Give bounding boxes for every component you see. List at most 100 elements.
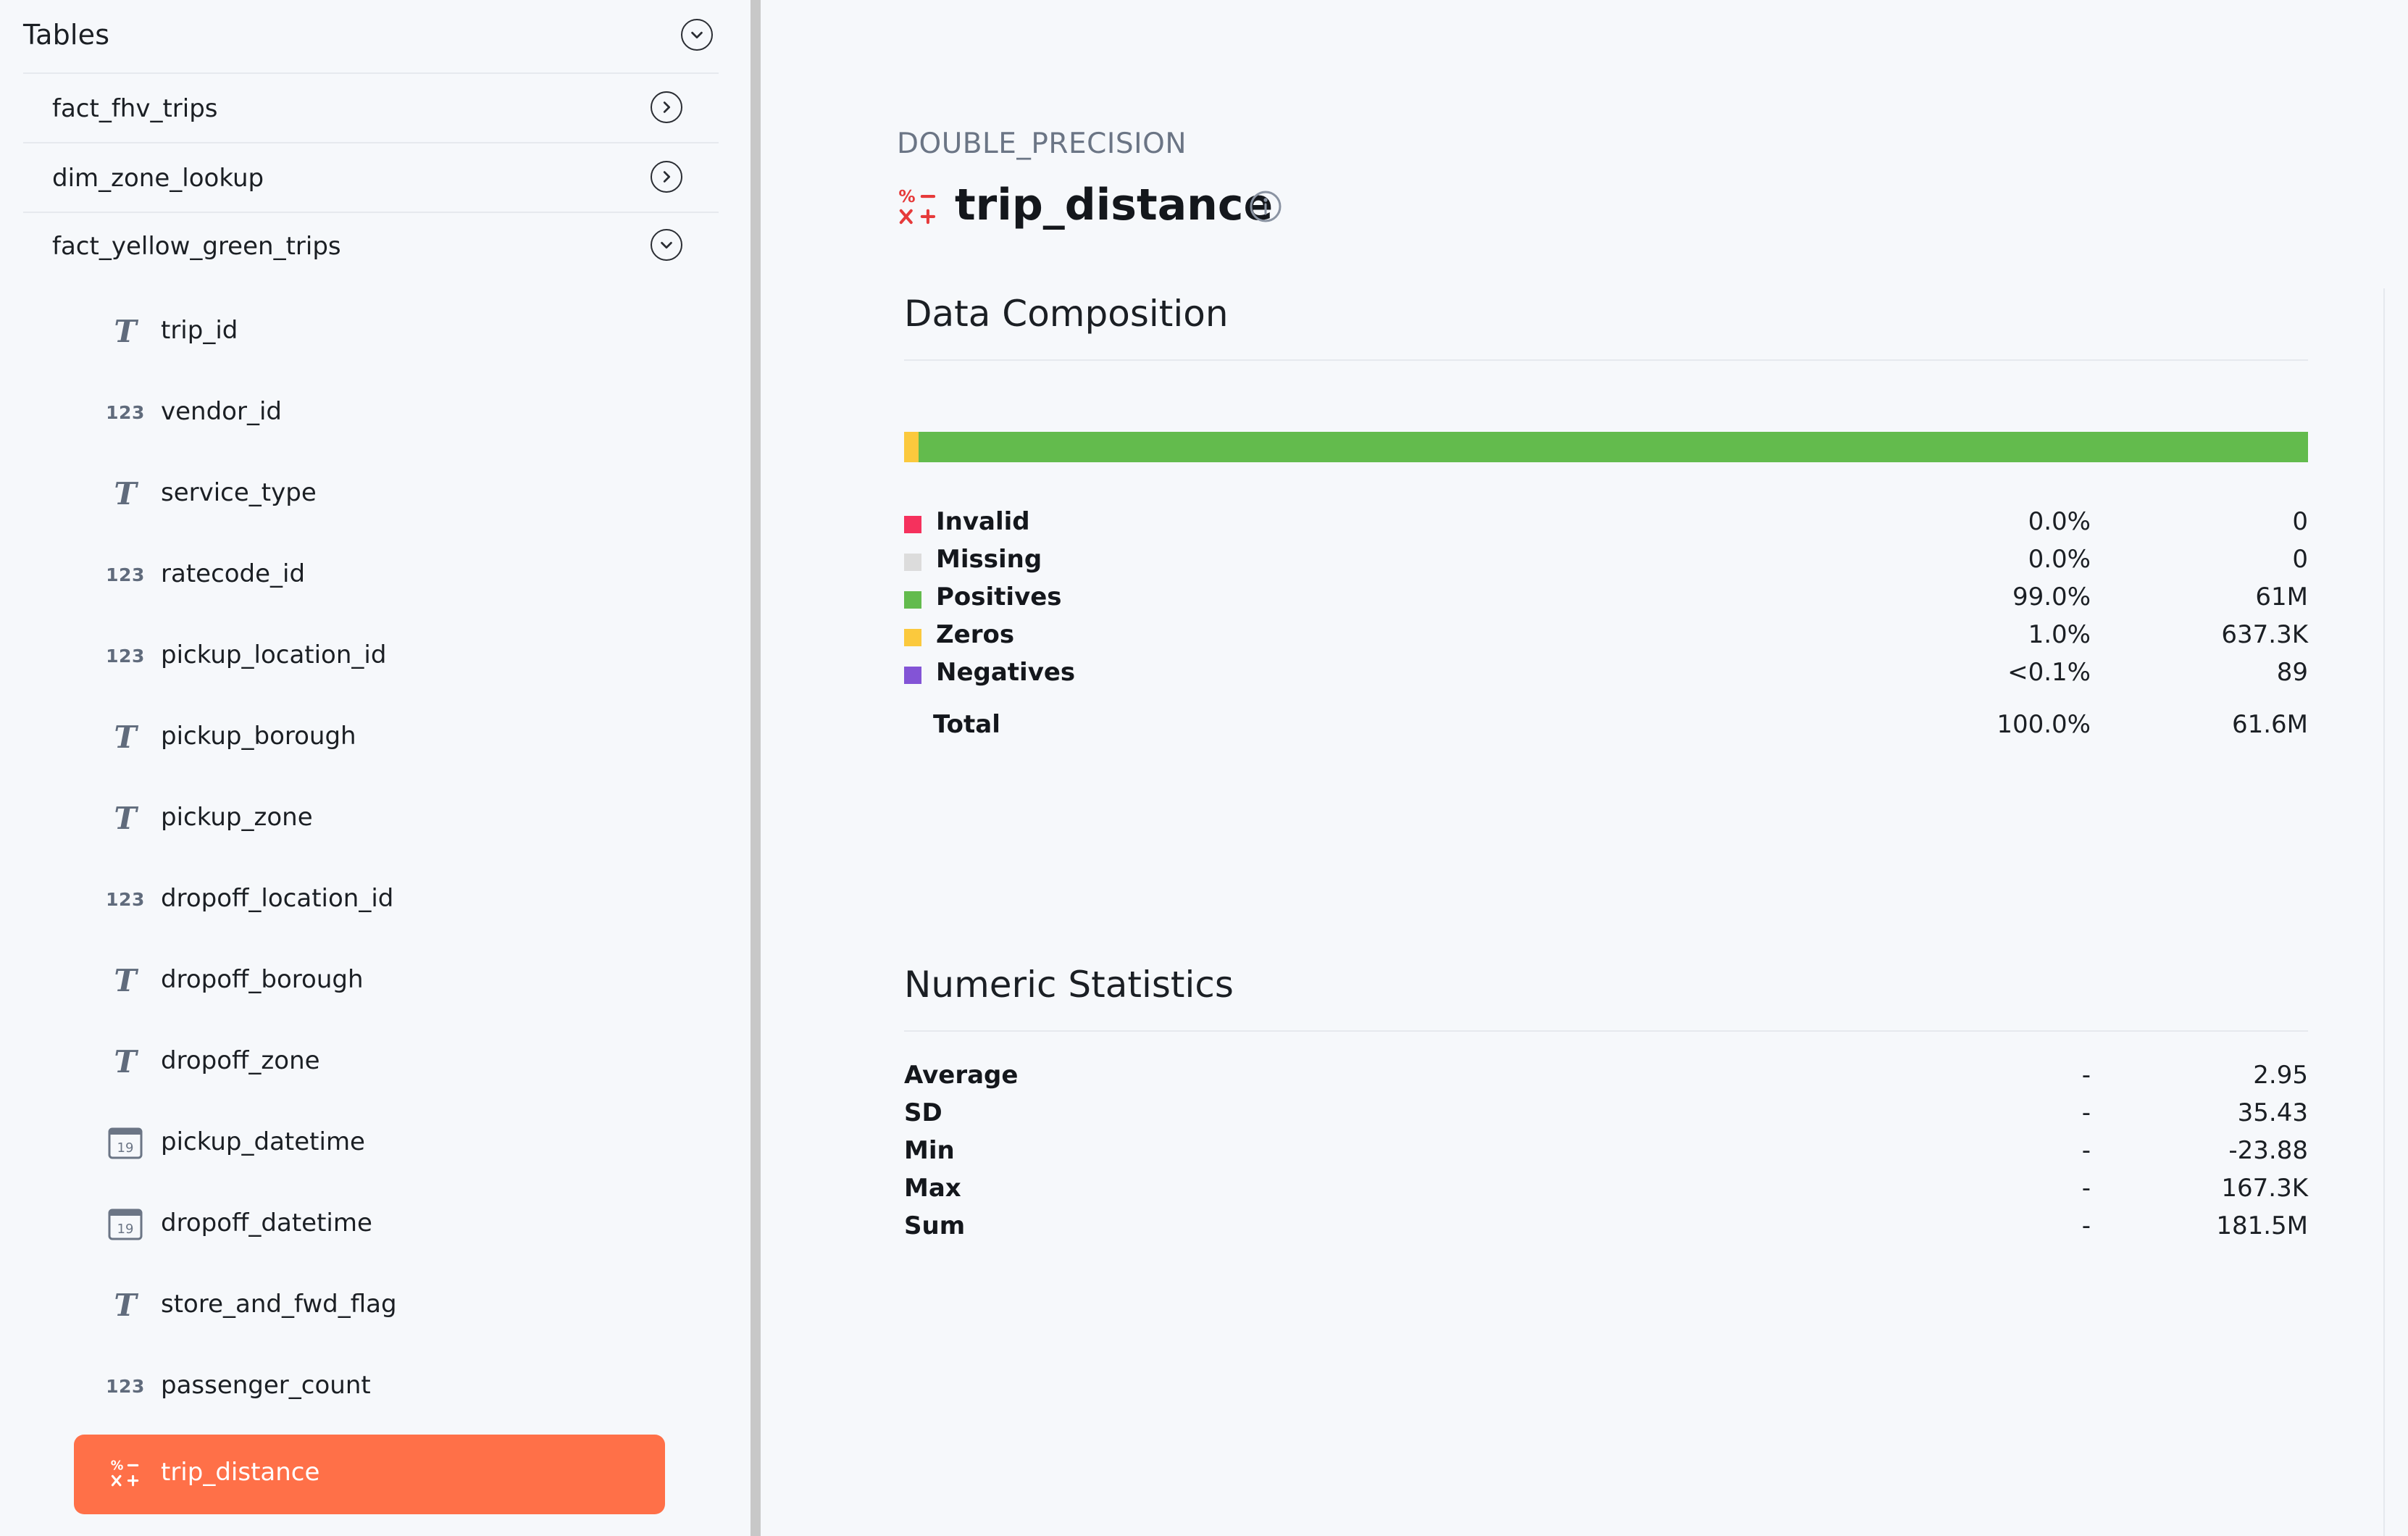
- calendar-type-icon: 19: [107, 1206, 143, 1242]
- column-item-trip-id[interactable]: T trip_id: [74, 293, 665, 372]
- svg-text:19: 19: [117, 1222, 134, 1237]
- table-item-dim-zone-lookup[interactable]: dim_zone_lookup: [23, 143, 719, 213]
- numeric-row-sum: Sum - 181.5M: [904, 1211, 2308, 1249]
- row-percent: -: [2081, 1211, 2091, 1240]
- column-item-dropoff-location-id[interactable]: 123 dropoff_location_id: [74, 861, 665, 940]
- column-item-store-and-fwd-flag[interactable]: T store_and_fwd_flag: [74, 1266, 665, 1346]
- composition-bar-segment-positives: [918, 432, 2308, 462]
- sidebar-header: Tables: [23, 0, 719, 74]
- composition-bar-segment-zeros: [904, 432, 919, 462]
- numeric-type-icon: %: [107, 1455, 143, 1491]
- expand-table-button[interactable]: [651, 91, 682, 123]
- row-value: 167.3K: [2221, 1174, 2308, 1203]
- row-percent: 99.0%: [2012, 583, 2091, 612]
- composition-bar: [904, 432, 2308, 462]
- composition-row-negatives: Negatives <0.1% 89: [904, 658, 2308, 696]
- composition-row-zeros: Zeros 1.0% 637.3K: [904, 620, 2308, 658]
- text-type-icon: T: [114, 1287, 137, 1323]
- row-label: Positives: [936, 583, 1062, 612]
- column-item-pickup-datetime[interactable]: 19 pickup_datetime: [74, 1104, 665, 1184]
- row-percent: -: [2081, 1136, 2091, 1165]
- row-count: 0: [2292, 545, 2308, 574]
- column-item-pickup-zone[interactable]: T pickup_zone: [74, 780, 665, 859]
- legend-swatch: [904, 629, 921, 646]
- column-item-label: dropoff_borough: [161, 965, 364, 994]
- numeric-row-min: Min - -23.88: [904, 1136, 2308, 1174]
- column-item-passenger-count[interactable]: 123 passenger_count: [74, 1348, 665, 1427]
- scroll-track: [2383, 288, 2385, 1536]
- data-composition-section: Data Composition: [904, 293, 2308, 361]
- column-item-pickup-borough[interactable]: T pickup_borough: [74, 698, 665, 778]
- table-item-label: fact_yellow_green_trips: [52, 232, 341, 261]
- row-percent: 100.0%: [1997, 710, 2091, 739]
- legend-swatch: [904, 516, 921, 533]
- column-item-label: dropoff_zone: [161, 1046, 320, 1075]
- column-item-ratecode-id[interactable]: 123 ratecode_id: [74, 536, 665, 616]
- column-item-trip-distance[interactable]: % trip_distance: [74, 1435, 665, 1514]
- column-item-dropoff-datetime[interactable]: 19 dropoff_datetime: [74, 1185, 665, 1265]
- chevron-down-icon: [661, 241, 672, 249]
- column-item-label: pickup_borough: [161, 722, 356, 751]
- row-label: Missing: [936, 545, 1042, 574]
- row-value: 181.5M: [2216, 1211, 2308, 1240]
- column-item-vendor-id[interactable]: 123 vendor_id: [74, 374, 665, 454]
- column-item-label: ratecode_id: [161, 559, 306, 588]
- tables-sidebar: Tables fact_fhv_trips dim_zone_lookup fa…: [0, 0, 751, 1536]
- table-item-label: fact_fhv_trips: [52, 94, 218, 123]
- column-item-dropoff-zone[interactable]: T dropoff_zone: [74, 1023, 665, 1103]
- svg-text:%: %: [111, 1459, 124, 1474]
- composition-row-missing: Missing 0.0% 0: [904, 545, 2308, 583]
- table-item-fact-yellow-green-trips[interactable]: fact_yellow_green_trips: [23, 212, 719, 280]
- numeric-row-max: Max - 167.3K: [904, 1174, 2308, 1211]
- row-percent: -: [2081, 1061, 2091, 1090]
- expand-table-button[interactable]: [651, 161, 682, 193]
- column-item-label: store_and_fwd_flag: [161, 1290, 397, 1319]
- row-label: Negatives: [936, 658, 1076, 687]
- chevron-down-icon: [691, 31, 703, 39]
- legend-swatch: [904, 667, 921, 684]
- table-item-label: dim_zone_lookup: [52, 164, 264, 193]
- row-percent: <0.1%: [2007, 658, 2091, 687]
- column-title: trip_distance: [955, 180, 1274, 230]
- row-label: Min: [904, 1136, 955, 1165]
- info-icon[interactable]: [1249, 190, 1282, 223]
- text-type-icon: T: [114, 962, 137, 998]
- column-item-label: trip_id: [161, 316, 238, 345]
- integer-type-icon: 123: [106, 888, 145, 910]
- chevron-right-icon: [663, 101, 671, 113]
- calendar-type-icon: 19: [107, 1124, 143, 1161]
- collapse-tables-button[interactable]: [681, 19, 713, 51]
- row-label: Max: [904, 1174, 961, 1203]
- row-value: 35.43: [2237, 1098, 2308, 1127]
- integer-type-icon: 123: [106, 645, 145, 667]
- text-type-icon: T: [114, 313, 137, 349]
- row-percent: 1.0%: [2028, 620, 2091, 649]
- integer-type-icon: 123: [106, 564, 145, 585]
- chevron-right-icon: [663, 171, 671, 183]
- table-item-fact-fhv-trips[interactable]: fact_fhv_trips: [23, 74, 719, 143]
- column-item-label: passenger_count: [161, 1371, 371, 1400]
- row-percent: 0.0%: [2028, 507, 2091, 536]
- composition-row-invalid: Invalid 0.0% 0: [904, 507, 2308, 545]
- column-item-label: pickup_zone: [161, 803, 313, 832]
- row-label: SD: [904, 1098, 942, 1127]
- column-item-label: dropoff_location_id: [161, 884, 394, 913]
- row-value: 2.95: [2253, 1061, 2308, 1090]
- column-item-label: pickup_location_id: [161, 640, 387, 669]
- row-label: Total: [933, 710, 1000, 739]
- svg-text:19: 19: [117, 1140, 134, 1156]
- column-item-pickup-location-id[interactable]: 123 pickup_location_id: [74, 617, 665, 697]
- numeric-row-average: Average - 2.95: [904, 1061, 2308, 1098]
- composition-row-total: Total 100.0% 61.6M: [904, 710, 2308, 748]
- collapse-table-button[interactable]: [651, 229, 682, 261]
- section-title: Numeric Statistics: [904, 964, 2308, 1032]
- column-item-dropoff-borough[interactable]: T dropoff_borough: [74, 942, 665, 1022]
- column-item-service-type[interactable]: T service_type: [74, 455, 665, 535]
- integer-type-icon: 123: [106, 401, 145, 423]
- panel-resize-handle[interactable]: [751, 0, 761, 1536]
- row-percent: -: [2081, 1174, 2091, 1203]
- text-type-icon: T: [114, 800, 137, 836]
- svg-text:%: %: [898, 187, 915, 206]
- column-item-label: trip_distance: [161, 1458, 320, 1487]
- composition-row-positives: Positives 99.0% 61M: [904, 583, 2308, 620]
